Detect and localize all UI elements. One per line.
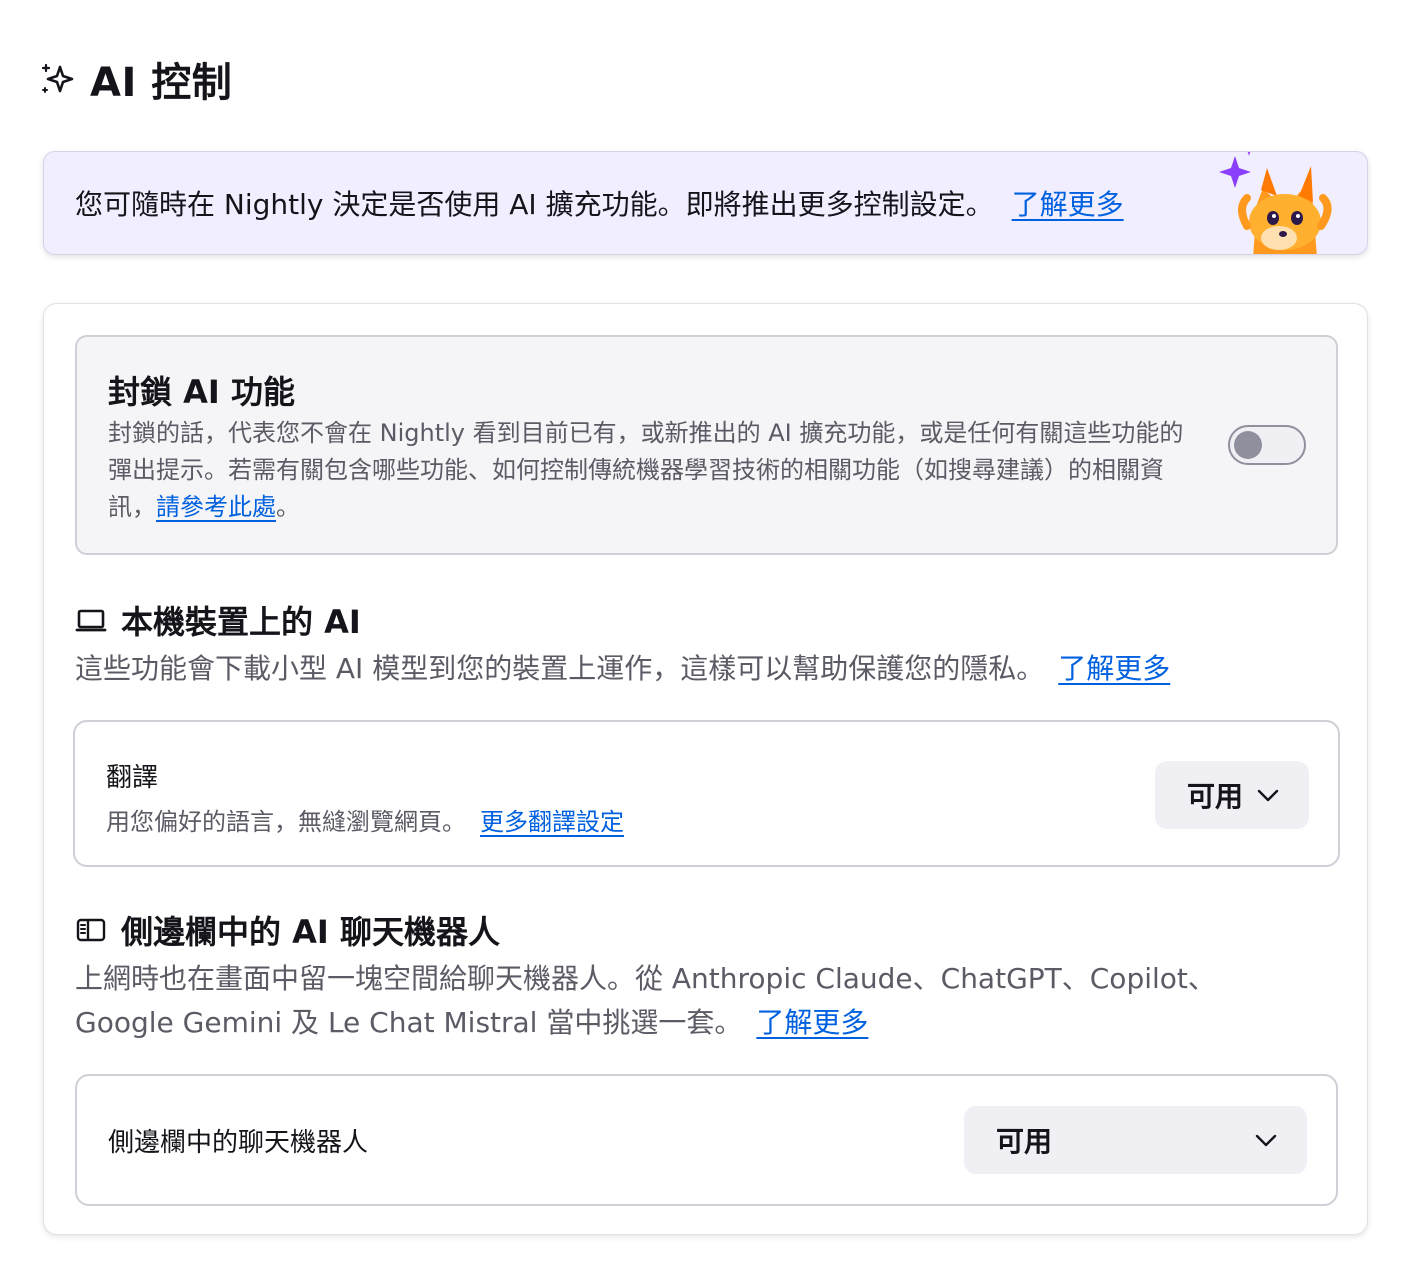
page-title-text: AI 控制 bbox=[90, 60, 233, 106]
chevron-down-icon bbox=[1255, 1134, 1277, 1147]
sidebar-chatbot-select[interactable]: 可用 bbox=[964, 1106, 1307, 1174]
block-ai-description: 封鎖的話，代表您不會在 Nightly 看到目前已有，或新推出的 AI 擴充功能… bbox=[108, 415, 1198, 526]
sidebar-chatbot-title: 側邊欄中的 AI 聊天機器人 bbox=[121, 913, 500, 951]
sidebar-chatbot-learn-more-link[interactable]: 了解更多 bbox=[756, 1006, 868, 1039]
translation-select-value: 可用 bbox=[1187, 780, 1244, 813]
banner-text: 您可隨時在 Nightly 決定是否使用 AI 擴充功能。即將推出更多控制設定。 bbox=[75, 188, 994, 221]
block-ai-toggle[interactable] bbox=[1228, 425, 1306, 465]
translation-setting: 翻譯 用您偏好的語言，無縫瀏覽網頁。 更多翻譯設定 可用 bbox=[73, 720, 1340, 867]
laptop-icon bbox=[75, 609, 107, 632]
local-ai-learn-more-link[interactable]: 了解更多 bbox=[1058, 652, 1170, 685]
translation-label: 翻譯 bbox=[106, 763, 159, 793]
local-ai-title: 本機裝置上的 AI bbox=[121, 603, 361, 641]
sidebar-chatbot-description: 上網時也在畫面中留一塊空間給聊天機器人。從 Anthropic Claude、C… bbox=[75, 957, 1305, 1045]
info-banner: 您可隨時在 Nightly 決定是否使用 AI 擴充功能。即將推出更多控制設定。… bbox=[43, 151, 1368, 255]
local-ai-heading: 本機裝置上的 AI bbox=[75, 597, 361, 643]
sidebar-chatbot-select-value: 可用 bbox=[996, 1125, 1053, 1158]
banner-learn-more-link[interactable]: 了解更多 bbox=[1012, 183, 1124, 223]
block-ai-title: 封鎖 AI 功能 bbox=[108, 373, 295, 411]
sidebar-chatbot-heading: 側邊欄中的 AI 聊天機器人 bbox=[75, 907, 500, 953]
toggle-knob bbox=[1234, 431, 1262, 459]
sidebar-chatbot-label: 側邊欄中的聊天機器人 bbox=[108, 1128, 369, 1158]
local-ai-description: 這些功能會下載小型 AI 模型到您的裝置上運作，這樣可以幫助保護您的隱私。 了解更… bbox=[75, 647, 1305, 691]
block-ai-details-link[interactable]: 請參考此處 bbox=[156, 493, 276, 521]
chevron-down-icon bbox=[1257, 789, 1279, 802]
sparkle-icon bbox=[41, 63, 74, 93]
page-title: AI 控制 bbox=[40, 50, 232, 108]
translation-description-text: 用您偏好的語言，無縫瀏覽網頁。 bbox=[106, 808, 466, 836]
translation-select[interactable]: 可用 bbox=[1155, 761, 1309, 829]
fox-illustration bbox=[1219, 152, 1332, 254]
translation-description: 用您偏好的語言，無縫瀏覽網頁。 更多翻譯設定 bbox=[106, 802, 624, 837]
block-ai-section: 封鎖 AI 功能 封鎖的話，代表您不會在 Nightly 看到目前已有，或新推出… bbox=[75, 335, 1338, 555]
sidebar-chatbot-description-text: 上網時也在畫面中留一塊空間給聊天機器人。從 Anthropic Claude、C… bbox=[75, 962, 1216, 1039]
sidebar-icon bbox=[76, 918, 106, 942]
ai-settings-card: 封鎖 AI 功能 封鎖的話，代表您不會在 Nightly 看到目前已有，或新推出… bbox=[43, 303, 1368, 1235]
block-ai-description-end: 。 bbox=[276, 493, 300, 521]
sidebar-chatbot-setting: 側邊欄中的聊天機器人 可用 bbox=[75, 1074, 1338, 1206]
local-ai-description-text: 這些功能會下載小型 AI 模型到您的裝置上運作，這樣可以幫助保護您的隱私。 bbox=[75, 652, 1045, 685]
more-translation-settings-link[interactable]: 更多翻譯設定 bbox=[480, 808, 624, 836]
